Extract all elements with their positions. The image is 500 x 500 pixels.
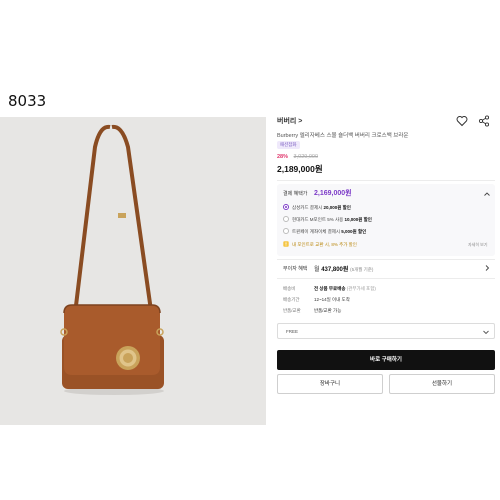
payment-option-samsung[interactable]: 삼성카드 결제시 20,000원 할인 bbox=[283, 203, 488, 212]
info-label: 반품/교환 bbox=[283, 308, 301, 313]
chevron-up-icon[interactable] bbox=[483, 190, 491, 198]
category-chip[interactable]: 패션잡화 bbox=[277, 141, 300, 149]
info-value: 12~14일 이내 도착 bbox=[314, 297, 350, 302]
brand-row: 버버리 > bbox=[277, 115, 495, 130]
point-exchange-notice: 내 포인트로 교환 시, 8% 추가 할인 자세히 보기 bbox=[283, 240, 488, 249]
benefit-price: 2,169,000원 bbox=[314, 190, 352, 197]
point-exchange-text: 내 포인트로 교환 시, 8% 추가 할인 bbox=[292, 241, 357, 247]
info-label: 배송비 bbox=[283, 286, 296, 291]
warning-icon bbox=[283, 241, 289, 247]
divider bbox=[277, 259, 495, 260]
product-name: Burberry 엘리자베스 스몰 숄더백 버버리 크로스백 브라운 bbox=[277, 133, 409, 139]
page-code-label: 8033 bbox=[8, 92, 47, 110]
installment-row[interactable]: 무이자 혜택 월 437,800원 (5개월 기준) bbox=[277, 262, 495, 274]
detail-link[interactable]: 자세히 보기 bbox=[468, 242, 488, 248]
brand-link[interactable]: 버버리 > bbox=[277, 116, 302, 126]
radio-icon[interactable] bbox=[283, 228, 289, 234]
divider bbox=[277, 180, 495, 181]
shipping-fee-row: 배송비 전 상품 무료배송 (관부가세 포함) bbox=[283, 286, 493, 294]
info-label: 배송기간 bbox=[283, 297, 300, 302]
info-value: 반품/교환 가능 bbox=[314, 308, 342, 313]
option-select-value: FREE bbox=[286, 329, 299, 334]
return-exchange-row: 반품/교환 반품/교환 가능 bbox=[283, 308, 493, 316]
chevron-down-icon[interactable] bbox=[482, 328, 490, 336]
shipping-period-row: 배송기간 12~14일 이내 도착 bbox=[283, 297, 493, 305]
radio-selected-icon[interactable] bbox=[283, 204, 289, 210]
benefit-header[interactable]: 결제 혜택가 2,169,000원 bbox=[277, 188, 495, 200]
option-select[interactable]: FREE bbox=[277, 323, 495, 339]
installment-amount: 월 437,800원 (5개월 기준) bbox=[314, 267, 374, 273]
payment-option-hyundai[interactable]: 현대카드 M포인트 5% 사용 10,000원 할인 bbox=[283, 215, 488, 224]
heart-icon[interactable] bbox=[456, 115, 468, 127]
product-image[interactable] bbox=[0, 117, 266, 425]
divider bbox=[277, 278, 495, 279]
discount-row: 28% 3,029,000 bbox=[277, 154, 318, 160]
payment-option-twinpay[interactable]: 트윈페이 계좌이체 결제시 5,000원 할인 bbox=[283, 227, 488, 236]
chevron-right-icon[interactable] bbox=[483, 264, 491, 272]
bag-illustration bbox=[0, 117, 266, 425]
installment-label: 무이자 혜택 bbox=[283, 266, 308, 272]
payment-option-label: 트윈페이 계좌이체 결제시 5,000원 할인 bbox=[292, 228, 367, 234]
buy-now-button[interactable]: 바로 구매하기 bbox=[277, 350, 495, 370]
share-icon[interactable] bbox=[478, 115, 490, 127]
payment-option-label: 삼성카드 결제시 20,000원 할인 bbox=[292, 204, 351, 210]
benefit-label: 결제 혜택가 bbox=[283, 191, 308, 197]
radio-icon[interactable] bbox=[283, 216, 289, 222]
original-price: 3,029,000 bbox=[293, 154, 319, 160]
cart-button[interactable]: 장바구니 bbox=[277, 374, 383, 394]
gift-button[interactable]: 선물하기 bbox=[389, 374, 495, 394]
info-value: 전 상품 무료배송 (관부가세 포함) bbox=[314, 286, 376, 291]
payment-option-label: 현대카드 M포인트 5% 사용 10,000원 할인 bbox=[292, 216, 372, 222]
sale-price: 2,189,000원 bbox=[277, 164, 323, 174]
discount-rate: 28% bbox=[277, 154, 289, 160]
